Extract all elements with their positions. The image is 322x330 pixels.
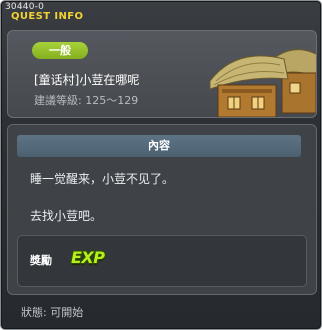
quest-status: 狀態: 可開始: [21, 306, 84, 319]
quest-name: [童话村]小荳在哪呢: [34, 73, 140, 87]
exp-reward-icon[interactable]: EXP: [71, 248, 105, 267]
quest-content-panel: 內容 睡一觉醒来，小荳不见了。 去找小荳吧。 獎勵 EXP: [7, 124, 317, 295]
category-badge: 一般: [32, 42, 88, 59]
description-line-2: 去找小荳吧。: [30, 209, 103, 223]
content-section-title: 內容: [17, 135, 301, 157]
reward-box: 獎勵 EXP: [17, 235, 307, 287]
reward-label: 獎勵: [30, 254, 52, 267]
recommended-level: 建議等級: 125～129: [34, 94, 139, 107]
description-line-1: 睡一觉醒来，小荳不见了。: [30, 172, 175, 186]
quest-info-window: 30440-0 QUEST INFO 一般 [童话村]小荳在哪呢 建議等級: 1…: [0, 0, 322, 330]
window-title: QUEST INFO: [11, 11, 84, 22]
thatched-house-illustration: [209, 49, 316, 117]
quest-header-panel: 一般 [童话村]小荳在哪呢 建議等級: 125～129: [7, 30, 317, 118]
